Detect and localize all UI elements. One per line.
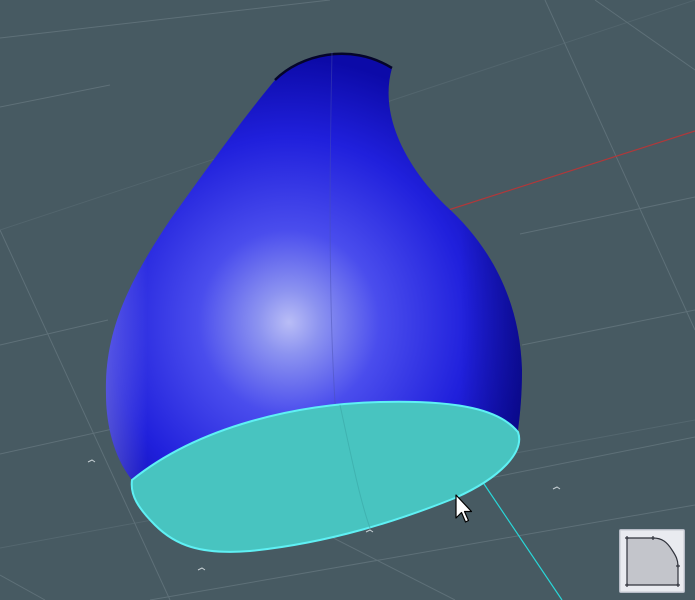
x-axis (441, 130, 695, 213)
y-axis (479, 477, 563, 600)
arrow-cursor-icon (455, 494, 473, 523)
fillet-corner-icon (625, 536, 680, 587)
3d-viewport[interactable] (0, 0, 695, 600)
fillet-tool-button[interactable] (619, 529, 685, 593)
